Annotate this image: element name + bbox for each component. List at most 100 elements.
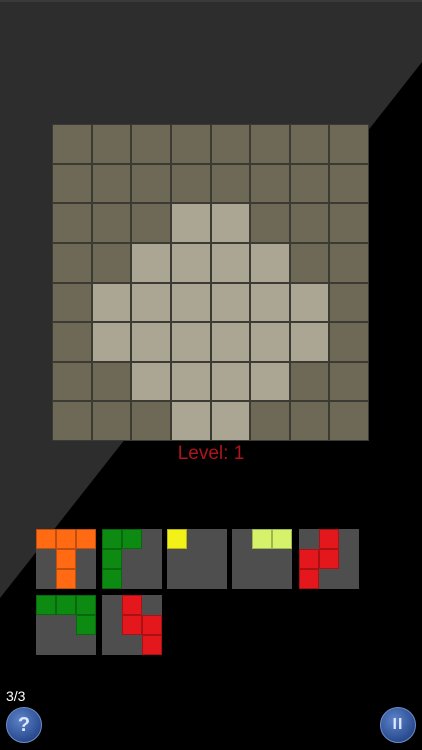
board-cell-target[interactable] [251,323,289,361]
board-cell-target[interactable] [171,243,210,282]
board-cell[interactable] [330,204,368,242]
board-cell-target[interactable] [132,323,170,361]
piece-block [36,529,56,549]
board-cell-target[interactable] [132,283,170,322]
board-cell-target[interactable] [290,323,329,361]
board-cell[interactable] [92,243,131,282]
board-cell[interactable] [92,125,131,163]
piece-block [142,615,162,635]
board-cell[interactable] [211,164,250,203]
piece-block [76,529,96,549]
pause-icon: II [392,716,404,733]
board-cell[interactable] [171,164,210,203]
board-cell-target[interactable] [211,243,250,282]
pause-button[interactable]: II [380,707,416,743]
piece-lime-domino[interactable] [232,529,292,589]
piece-block [299,549,319,569]
board-cell[interactable] [330,283,368,322]
piece-yellow-single[interactable] [167,529,227,589]
piece-red-z[interactable] [102,595,162,655]
board-cell[interactable] [53,362,91,401]
board-cell[interactable] [53,323,91,361]
board-cell-target[interactable] [290,283,329,322]
board-cell-target[interactable] [211,283,250,322]
board-cell[interactable] [251,125,289,163]
board-cell[interactable] [92,204,131,242]
piece-block [76,615,96,635]
puzzle-counter: 3/3 [6,688,26,704]
piece-green-j[interactable] [36,595,96,655]
board-cell[interactable] [92,164,131,203]
board-cell-target[interactable] [171,362,210,401]
board-cell[interactable] [251,164,289,203]
help-button[interactable]: ? [6,707,42,743]
piece-block [319,529,339,549]
piece-block [102,569,122,589]
board-cell[interactable] [92,402,131,440]
board-cell-target[interactable] [211,362,250,401]
board-cell[interactable] [132,125,170,163]
piece-orange-t[interactable] [36,529,96,589]
board-cell-target[interactable] [92,283,131,322]
piece-block [56,569,76,589]
piece-block [142,635,162,655]
piece-green-l[interactable] [102,529,162,589]
board-cell[interactable] [92,362,131,401]
board-cell[interactable] [290,125,329,163]
level-label: Level: 1 [177,443,245,464]
board-cell[interactable] [330,125,368,163]
piece-block [252,529,272,549]
piece-block [36,595,56,615]
piece-block [56,529,76,549]
board-cell-target[interactable] [171,323,210,361]
board-cell[interactable] [53,402,91,440]
piece-block [102,549,122,569]
board-cell[interactable] [53,283,91,322]
top-bar [0,0,422,2]
board-cell[interactable] [53,204,91,242]
board-cell-target[interactable] [171,204,210,242]
board-cell[interactable] [330,323,368,361]
board-cell[interactable] [171,125,210,163]
board-cell-target[interactable] [211,323,250,361]
piece-block [76,595,96,615]
board-cell-target[interactable] [211,402,250,440]
piece-block [122,529,142,549]
board-cell[interactable] [53,243,91,282]
board-cell[interactable] [330,402,368,440]
piece-block [102,529,122,549]
board-cell[interactable] [330,243,368,282]
board-cell[interactable] [290,164,329,203]
piece-block [56,549,76,569]
board-cell[interactable] [132,164,170,203]
piece-block [122,595,142,615]
piece-block [319,549,339,569]
board-cell[interactable] [132,402,170,440]
board-cell-target[interactable] [251,362,289,401]
board-cell-target[interactable] [251,243,289,282]
board-cell[interactable] [251,402,289,440]
piece-block [122,615,142,635]
board-cell[interactable] [53,125,91,163]
piece-red-s[interactable] [299,529,359,589]
board-cell[interactable] [132,204,170,242]
board-cell[interactable] [251,204,289,242]
board-cell[interactable] [290,362,329,401]
board-cell[interactable] [53,164,91,203]
board-cell[interactable] [290,402,329,440]
piece-block [56,595,76,615]
piece-block [167,529,187,549]
board-cell[interactable] [290,243,329,282]
board-cell-target[interactable] [92,323,131,361]
board-cell-target[interactable] [171,402,210,440]
board-cell-target[interactable] [171,283,210,322]
board-cell-target[interactable] [132,362,170,401]
board-cell-target[interactable] [211,204,250,242]
board-cell[interactable] [330,362,368,401]
board-cell[interactable] [211,125,250,163]
board-cell[interactable] [330,164,368,203]
board-cell[interactable] [290,204,329,242]
board-cell-target[interactable] [132,243,170,282]
game-board[interactable] [52,124,369,441]
board-cell-target[interactable] [251,283,289,322]
